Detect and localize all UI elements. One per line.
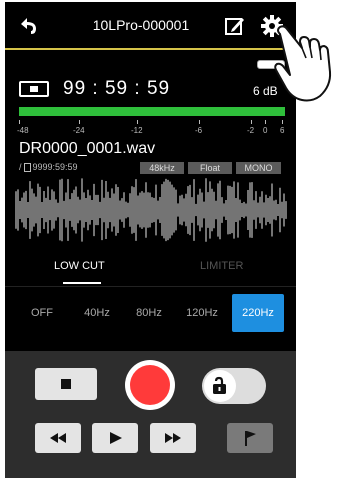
tab-low-cut[interactable]: LOW CUT [54, 260, 105, 272]
fast-forward-icon [165, 433, 181, 443]
play-icon [110, 432, 122, 444]
record-button[interactable] [125, 360, 175, 410]
play-button[interactable] [92, 423, 138, 453]
scale-label: -12 [131, 126, 143, 135]
flag-icon [245, 431, 256, 446]
header-bar: 10LPro-000001 [5, 2, 296, 48]
filter-120hz[interactable]: 120Hz [180, 307, 224, 319]
page-title: 10LPro-000001 [92, 17, 190, 33]
tab-indicator [63, 282, 101, 284]
stop-button[interactable] [35, 368, 97, 400]
scale-label: -2 [247, 126, 255, 135]
unlock-icon [213, 376, 226, 394]
fast-forward-button[interactable] [150, 423, 196, 453]
level-meter [19, 107, 285, 116]
format-badge: Float [188, 162, 232, 174]
remaining-value: 9999:59:59 [32, 162, 78, 172]
low-cut-options: OFF 40Hz 80Hz 120Hz 220Hz [5, 286, 296, 338]
sample-rate-badge: 48kHz [140, 162, 184, 174]
mark-button[interactable] [227, 423, 273, 453]
edit-icon[interactable] [224, 15, 246, 37]
stop-status-icon [19, 81, 49, 97]
lock-toggle[interactable] [202, 368, 266, 404]
filter-220hz-selected[interactable]: 220Hz [232, 294, 284, 332]
lock-knob [204, 370, 236, 402]
pointing-hand-icon [274, 25, 332, 102]
file-icon [23, 162, 31, 172]
scale-label: -48 [17, 126, 29, 135]
file-name: DR0000_0001.wav [19, 140, 156, 157]
tab-limiter[interactable]: LIMITER [200, 260, 243, 272]
app-screen: 10LPro-000001 99 : 59 : 59 6 dB -48 -24 … [5, 2, 296, 478]
transport-controls [5, 351, 296, 478]
scale-label: 0 [263, 126, 268, 135]
filter-off[interactable]: OFF [25, 307, 59, 319]
channels-badge: MONO [236, 162, 281, 174]
scale-label: -6 [195, 126, 203, 135]
waveform [15, 178, 287, 242]
header-divider [5, 48, 296, 50]
scale-label: -24 [73, 126, 85, 135]
filter-80hz[interactable]: 80Hz [129, 307, 169, 319]
filter-40hz[interactable]: 40Hz [77, 307, 117, 319]
rewind-icon [50, 433, 66, 443]
meter-scale: -48 -24 -12 -6 -2 0 6 [17, 120, 285, 136]
remaining-time: / 9999:59:59 [19, 162, 78, 172]
elapsed-time: 99 : 59 : 59 [63, 78, 171, 99]
rewind-button[interactable] [35, 423, 81, 453]
scale-label: 6 [280, 126, 285, 135]
back-icon[interactable] [17, 15, 39, 37]
